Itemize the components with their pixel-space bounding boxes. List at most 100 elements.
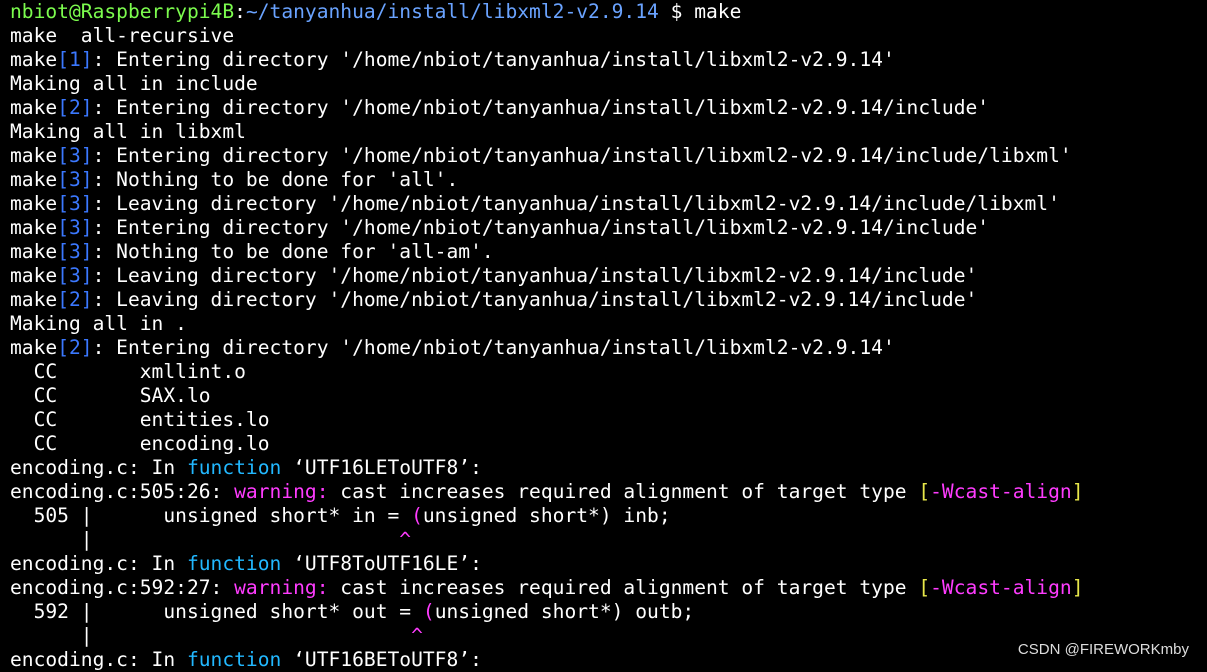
terminal-text-segment: make xyxy=(10,240,58,263)
terminal-text-segment: : Nothing to be done for 'all'. xyxy=(92,168,459,191)
terminal-text-segment: : xyxy=(234,0,246,23)
terminal-text-segment: : Entering directory '/home/nbiot/tanyan… xyxy=(92,144,1072,167)
terminal-text-segment: CC SAX.lo xyxy=(10,384,211,407)
terminal-text-segment: nbiot@Raspberrypi4B xyxy=(10,0,235,23)
terminal-line: CC entities.lo xyxy=(10,408,1207,432)
terminal-text-segment: cast increases required alignment of tar… xyxy=(328,576,919,599)
terminal-text-segment: make xyxy=(10,264,58,287)
terminal-line: Making all in libxml xyxy=(10,120,1207,144)
terminal-line: make[3]: Leaving directory '/home/nbiot/… xyxy=(10,192,1207,216)
terminal-text-segment: function xyxy=(186,456,282,479)
terminal-output: nbiot@Raspberrypi4B:~/tanyanhua/install/… xyxy=(10,0,1207,672)
terminal-line: make[2]: Leaving directory '/home/nbiot/… xyxy=(10,288,1207,312)
terminal-text-segment: ~/tanyanhua/install/libxml2-v2.9.14 xyxy=(245,0,659,23)
terminal-text-segment: make xyxy=(10,96,58,119)
terminal-text-segment: ] xyxy=(1071,480,1084,503)
terminal-text-segment: : Leaving directory '/home/nbiot/tanyanh… xyxy=(92,264,978,287)
terminal-text-segment: | xyxy=(10,624,412,647)
terminal-line: | ^ xyxy=(10,528,1207,552)
terminal-text-segment: make all-recursive xyxy=(10,24,235,47)
terminal-text-segment: encoding.c:505:26: xyxy=(10,480,235,503)
terminal-line: CC SAX.lo xyxy=(10,384,1207,408)
terminal-line: Making all in include xyxy=(10,72,1207,96)
terminal-line: Making all in . xyxy=(10,312,1207,336)
terminal-text-segment: -Wcast-align xyxy=(930,480,1072,503)
terminal-text-segment: warning: xyxy=(234,480,329,503)
terminal-text-segment: : Leaving directory '/home/nbiot/tanyanh… xyxy=(92,192,1060,215)
terminal-text-segment: CC entities.lo xyxy=(10,408,270,431)
terminal-text-segment: [3] xyxy=(57,264,93,287)
terminal-text-segment: encoding.c: In xyxy=(10,552,187,575)
terminal-line: 505 | unsigned short* in = (unsigned sho… xyxy=(10,504,1207,528)
terminal-text-segment: Making all in libxml xyxy=(10,120,246,143)
terminal-text-segment: ‘UTF8ToUTF16LE’: xyxy=(281,552,482,575)
terminal-line: encoding.c:505:26: warning: cast increas… xyxy=(10,480,1207,504)
terminal-line: CC encoding.lo xyxy=(10,432,1207,456)
terminal-text-segment: 505 | unsigned short* in = xyxy=(10,504,412,527)
terminal-line: encoding.c: In function ‘UTF8ToUTF16LE’: xyxy=(10,552,1207,576)
terminal-line: make[3]: Entering directory '/home/nbiot… xyxy=(10,144,1207,168)
terminal-text-segment: function xyxy=(186,552,282,575)
terminal-text-segment: ‘UTF16LEToUTF8’: xyxy=(281,456,482,479)
terminal-text-segment: make xyxy=(10,192,58,215)
terminal-line: nbiot@Raspberrypi4B:~/tanyanhua/install/… xyxy=(10,0,1207,24)
terminal-text-segment: function xyxy=(186,648,282,671)
terminal-line: encoding.c:592:27: warning: cast increas… xyxy=(10,576,1207,600)
terminal-text-segment: ( xyxy=(411,504,423,527)
terminal-text-segment: : Leaving directory '/home/nbiot/tanyanh… xyxy=(92,288,978,311)
terminal-text-segment: [3] xyxy=(57,240,93,263)
terminal-text-segment: [ xyxy=(918,576,931,599)
terminal-text-segment: : Entering directory '/home/nbiot/tanyan… xyxy=(92,336,895,359)
terminal-text-segment: [3] xyxy=(57,192,93,215)
terminal-text-segment: $ make xyxy=(658,0,742,23)
watermark: CSDN @FIREWORKmby xyxy=(1017,641,1189,658)
terminal-text-segment: | xyxy=(10,528,400,551)
terminal-text-segment: CC encoding.lo xyxy=(10,432,270,455)
terminal-text-segment: [3] xyxy=(57,144,93,167)
terminal-text-segment: encoding.c: In xyxy=(10,648,187,671)
terminal-line: make[1]: Entering directory '/home/nbiot… xyxy=(10,48,1207,72)
terminal-text-segment: encoding.c:592:27: xyxy=(10,576,235,599)
terminal-text-segment: make xyxy=(10,48,58,71)
terminal-text-segment: 592 | unsigned short* out = xyxy=(10,600,423,623)
terminal-text-segment: ‘UTF16BEToUTF8’: xyxy=(281,648,482,671)
terminal-text-segment: cast increases required alignment of tar… xyxy=(328,480,919,503)
terminal-text-segment: : Entering directory '/home/nbiot/tanyan… xyxy=(92,48,895,71)
terminal-text-segment: encoding.c: In xyxy=(10,456,187,479)
terminal-text-segment: [2] xyxy=(57,288,93,311)
terminal-line: make all-recursive xyxy=(10,24,1207,48)
terminal-text-segment: warning: xyxy=(234,576,329,599)
terminal-text-segment: [3] xyxy=(57,168,93,191)
terminal-text-segment: ^ xyxy=(399,528,412,551)
terminal-text-segment: [2] xyxy=(57,336,93,359)
terminal-text-segment: [1] xyxy=(57,48,93,71)
terminal-text-segment: [3] xyxy=(57,216,93,239)
terminal-text-segment: : Entering directory '/home/nbiot/tanyan… xyxy=(92,96,990,119)
terminal-text-segment: : Nothing to be done for 'all-am'. xyxy=(92,240,494,263)
terminal-text-segment: [ xyxy=(918,480,931,503)
terminal-text-segment: -Wcast-align xyxy=(930,576,1072,599)
terminal-text-segment: make xyxy=(10,144,58,167)
terminal-line: make[2]: Entering directory '/home/nbiot… xyxy=(10,96,1207,120)
terminal-line: CC xmllint.o xyxy=(10,360,1207,384)
terminal-text-segment: unsigned short*) outb; xyxy=(434,600,695,623)
terminal-window[interactable]: nbiot@Raspberrypi4B:~/tanyanhua/install/… xyxy=(0,0,1207,672)
terminal-text-segment: make xyxy=(10,288,58,311)
terminal-line: make[3]: Leaving directory '/home/nbiot/… xyxy=(10,264,1207,288)
terminal-text-segment: [2] xyxy=(57,96,93,119)
terminal-text-segment: : Entering directory '/home/nbiot/tanyan… xyxy=(92,216,990,239)
terminal-text-segment: Making all in include xyxy=(10,72,258,95)
terminal-line: make[3]: Nothing to be done for 'all'. xyxy=(10,168,1207,192)
terminal-line: make[3]: Entering directory '/home/nbiot… xyxy=(10,216,1207,240)
terminal-text-segment: CC xmllint.o xyxy=(10,360,246,383)
terminal-text-segment: make xyxy=(10,168,58,191)
terminal-text-segment: ^ xyxy=(411,624,423,647)
terminal-line: make[2]: Entering directory '/home/nbiot… xyxy=(10,336,1207,360)
terminal-text-segment: make xyxy=(10,336,58,359)
terminal-text-segment: Making all in . xyxy=(10,312,187,335)
terminal-text-segment: unsigned short*) inb; xyxy=(422,504,671,527)
terminal-line: 592 | unsigned short* out = (unsigned sh… xyxy=(10,600,1207,624)
terminal-line: make[3]: Nothing to be done for 'all-am'… xyxy=(10,240,1207,264)
terminal-text-segment: ] xyxy=(1071,576,1084,599)
terminal-line: encoding.c: In function ‘UTF16LEToUTF8’: xyxy=(10,456,1207,480)
